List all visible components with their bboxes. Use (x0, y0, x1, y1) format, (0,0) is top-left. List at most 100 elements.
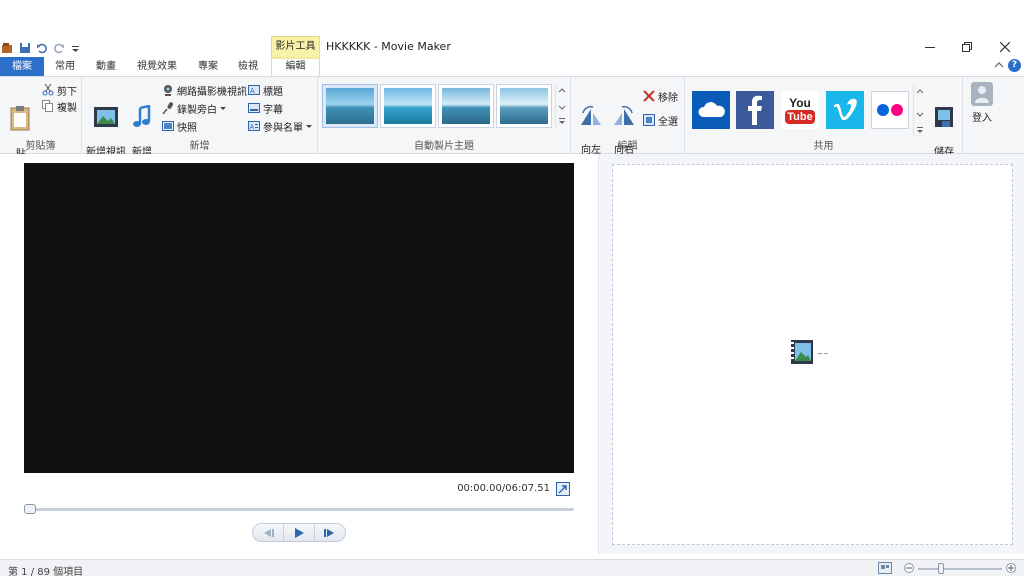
fullscreen-preview-icon[interactable] (556, 482, 570, 496)
automovie-theme-2[interactable] (380, 84, 436, 128)
ribbon-tabs: 檔案 常用 動畫 視覺效果 專案 檢視 編輯 ? (0, 57, 1024, 76)
youtube-icon[interactable]: You Tube (781, 91, 819, 129)
dropdown-arrow-icon (220, 103, 226, 114)
tab-animations[interactable]: 動畫 (90, 57, 122, 76)
webcam-icon (162, 84, 174, 96)
playback-controls (252, 523, 346, 542)
youtube-text-top: You (789, 95, 811, 110)
rotate-left-icon (577, 93, 605, 131)
paste-icon (6, 93, 36, 135)
restore-button[interactable] (957, 38, 977, 56)
automovie-theme-1[interactable] (322, 84, 378, 128)
cut-label: 剪下 (57, 86, 77, 98)
play-icon[interactable] (283, 524, 315, 541)
title-icon: A (248, 84, 260, 96)
thumbnail-size-icon[interactable] (878, 562, 892, 577)
snapshot-label: 快照 (177, 122, 197, 134)
collapse-ribbon-icon[interactable] (994, 60, 1004, 70)
video-clip-icon (791, 340, 813, 367)
customize-qat-icon[interactable] (70, 42, 82, 54)
facebook-icon[interactable] (736, 91, 774, 129)
tab-project[interactable]: 專案 (192, 57, 224, 76)
credits-button[interactable]: A 參與名單 (248, 118, 312, 134)
previous-frame-icon[interactable] (253, 524, 283, 541)
cut-button[interactable]: 剪下 (42, 82, 77, 98)
svg-text:A: A (250, 123, 255, 131)
select-all-icon (643, 114, 655, 126)
user-icon (968, 81, 996, 111)
group-label-add: 新增 (189, 141, 210, 152)
title-label: 標題 (263, 86, 283, 98)
group-automovie-themes: 自動製片主題 (318, 77, 571, 154)
save-icon[interactable] (19, 42, 31, 54)
tab-home[interactable]: 常用 (50, 57, 80, 76)
clip-label: ~~ (817, 349, 829, 358)
copy-button[interactable]: 複製 (42, 98, 77, 114)
group-add: 新增視訊 與相片 新增 音樂 網路攝影機視訊 錄製旁白 快照 (82, 77, 318, 170)
snapshot-button[interactable]: 快照 (162, 118, 197, 134)
tab-view[interactable]: 檢視 (232, 57, 264, 76)
music-note-icon (128, 93, 156, 133)
minimize-button[interactable] (920, 38, 940, 56)
next-frame-icon[interactable] (315, 524, 345, 541)
zoom-slider[interactable] (918, 568, 1002, 570)
quick-access-toolbar (0, 40, 82, 56)
copy-label: 複製 (57, 102, 77, 114)
redo-icon[interactable] (53, 42, 65, 54)
zoom-in-icon[interactable] (1006, 563, 1016, 576)
close-button[interactable] (995, 38, 1015, 56)
tab-visual-effects[interactable]: 視覺效果 (132, 57, 182, 76)
group-label-automovie-themes: 自動製片主題 (414, 141, 474, 152)
caption-icon (248, 102, 260, 114)
share-gallery-scroll[interactable] (913, 85, 925, 137)
app-icon[interactable] (2, 42, 14, 54)
tab-file[interactable]: 檔案 (0, 57, 44, 76)
storyboard[interactable]: ~~ (612, 164, 1013, 545)
caption-label: 字幕 (263, 104, 283, 116)
seek-bar[interactable] (24, 508, 574, 511)
remove-label: 移除 (658, 92, 678, 104)
flickr-icon[interactable] (871, 91, 909, 129)
group-label-clipboard: 剪貼簿 (25, 141, 56, 152)
zoom-out-icon[interactable] (904, 563, 914, 576)
webcam-video-label: 網路攝影機視訊 (177, 86, 247, 98)
automovie-theme-4[interactable] (496, 84, 552, 128)
contextual-tab-group-label: 影片工具 (271, 36, 320, 58)
sign-in-label: 登入 (972, 113, 992, 124)
group-label-editing: 編輯 (617, 141, 638, 152)
undo-icon[interactable] (36, 42, 48, 54)
group-clipboard: 貼 上 剪下 複製 剪貼簿 (0, 77, 82, 172)
select-all-button[interactable]: 全選 (643, 112, 678, 128)
video-preview[interactable] (24, 163, 574, 473)
onedrive-icon[interactable] (692, 91, 730, 129)
group-label-share: 共用 (813, 141, 834, 152)
remove-button[interactable]: 移除 (643, 88, 678, 104)
record-narration-button[interactable]: 錄製旁白 (162, 100, 226, 116)
help-icon[interactable]: ? (1008, 59, 1021, 72)
window-title: HKKKKK - Movie Maker (326, 40, 451, 53)
automovie-theme-3[interactable] (438, 84, 494, 128)
storyboard-clip[interactable]: ~~ (791, 340, 829, 367)
ribbon: 貼 上 剪下 複製 剪貼簿 新增視訊 與相片 新增 音樂 (0, 76, 1024, 178)
title-bar: 影片工具 HKKKKK - Movie Maker (0, 36, 1024, 58)
copy-icon (42, 100, 54, 112)
snapshot-icon (162, 120, 174, 132)
caption-button[interactable]: 字幕 (248, 100, 283, 116)
webcam-video-button[interactable]: 網路攝影機視訊 (162, 82, 247, 98)
title-button[interactable]: A 標題 (248, 82, 283, 98)
dropdown-arrow-icon (306, 121, 312, 132)
preview-pane: 00:00.00/06:07.51 (0, 154, 598, 554)
group-editing: 向左 旋轉 向右 旋轉 移除 全選 編輯 (571, 77, 685, 168)
sign-in-button[interactable]: 登入 (968, 81, 996, 125)
theme-gallery-scroll[interactable] (555, 84, 567, 128)
scissors-icon (42, 83, 54, 96)
seek-thumb[interactable] (24, 504, 36, 514)
svg-text:A: A (250, 87, 255, 95)
film-photo-icon (86, 93, 126, 133)
credits-label: 參與名單 (263, 122, 303, 134)
time-readout: 00:00.00/06:07.51 (457, 483, 550, 494)
record-narration-label: 錄製旁白 (177, 104, 217, 116)
vimeo-icon[interactable] (826, 91, 864, 129)
tab-edit[interactable]: 編輯 (271, 57, 320, 76)
zoom-slider-thumb[interactable] (938, 563, 944, 574)
